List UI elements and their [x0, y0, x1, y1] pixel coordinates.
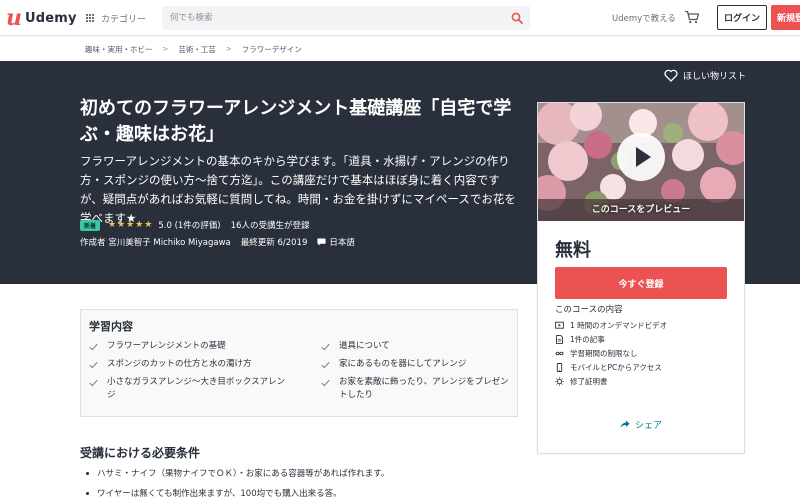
search-input[interactable]	[162, 6, 530, 30]
enroll-now-button[interactable]: 今すぐ登録	[555, 267, 727, 299]
video-icon	[555, 321, 564, 329]
list-item: お家を素敵に飾ったり、アレンジをプレゼントしたり	[321, 376, 516, 402]
list-item: ワイヤーは無くても制作出来ますが、100均でも購入出来る答。	[86, 487, 342, 499]
list-item: ハサミ・ナイフ（果物ナイフでＯＫ）・お家にある容器等があれば作れます。	[86, 467, 389, 479]
list-item: 道具について	[321, 340, 516, 353]
list-item: 1件の記事	[555, 332, 667, 346]
preview-label: このコースをプレビュー	[591, 205, 691, 215]
include-text: 修了証明書	[570, 376, 608, 386]
top-navbar: u Udemy カテゴリー Udemyで教える ログイン 新規登	[0, 0, 800, 36]
new-badge: 新着	[80, 219, 101, 231]
check-icon	[321, 343, 330, 351]
list-item: 学習期間の制限なし	[555, 346, 667, 360]
certificate-icon	[555, 376, 564, 386]
course-preview-video[interactable]: このコースをプレビュー	[538, 103, 744, 221]
last-updated: 最終更新 6/2019	[240, 238, 308, 248]
check-icon	[89, 343, 98, 351]
include-text: モバイルとPCからアクセス	[570, 362, 662, 372]
learn-text: フラワーアレンジメントの基礎	[107, 341, 226, 351]
speech-bubble-icon	[317, 238, 326, 246]
search-bar	[162, 6, 530, 30]
list-item: 修了証明書	[555, 374, 667, 388]
breadcrumb-item[interactable]: フラワーデザイン	[242, 44, 302, 55]
rating-value[interactable]: 5.0 (1件の評価)	[158, 219, 220, 231]
include-text: 1 時間のオンデマンドビデオ	[570, 320, 668, 330]
share-icon	[620, 420, 630, 428]
article-icon	[556, 334, 563, 344]
course-subtitle: フラワーアレンジメントの基本のキから学びます。「道具・水揚げ・アレンジの作り方・…	[80, 154, 516, 225]
check-icon	[321, 361, 330, 369]
cart-icon[interactable]	[684, 10, 700, 24]
heart-icon	[664, 69, 678, 82]
chevron-right-icon: >	[162, 45, 169, 53]
mobile-icon	[556, 362, 563, 372]
wishlist-label: ほしい物リスト	[683, 72, 747, 82]
learn-title: 学習内容	[89, 320, 133, 333]
list-item: 家にあるものを器にしてアレンジ	[321, 358, 516, 371]
wishlist-button[interactable]: ほしい物リスト	[664, 69, 746, 82]
udemy-logo[interactable]: u Udemy	[6, 6, 77, 30]
rating-row: 新着 ★★★★★ 5.0 (1件の評価) 16人の受講生が登録	[80, 219, 309, 231]
list-item: スポンジのカットの仕方と水の濁け方	[89, 358, 289, 371]
include-text: 1件の記事	[570, 334, 605, 344]
share-label: シェア	[635, 421, 663, 431]
login-button[interactable]: ログイン	[717, 5, 767, 30]
learn-text: 家にあるものを器にしてアレンジ	[339, 359, 467, 369]
infinity-icon	[555, 351, 564, 355]
signup-button[interactable]: 新規登	[771, 5, 800, 30]
check-icon	[321, 379, 330, 387]
list-item: 1 時間のオンデマンドビデオ	[555, 318, 667, 332]
course-meta: 作成者 宮川美智子 Michiko Miyagawa 最終更新 6/2019 日…	[80, 236, 355, 248]
udemy-logo-icon: u	[6, 5, 22, 31]
course-sidebar-card: このコースをプレビュー 無料 今すぐ登録 このコースの内容 1 時間のオンデマン…	[537, 102, 745, 454]
check-icon	[89, 379, 98, 387]
bullet-icon	[86, 471, 89, 475]
learn-text: お家を素敵に飾ったり、アレンジをプレゼントしたり	[339, 377, 509, 400]
breadcrumb-item[interactable]: 芸術・工芸	[178, 44, 216, 55]
list-item: フラワーアレンジメントの基礎	[89, 340, 289, 353]
what-you-will-learn: 学習内容 フラワーアレンジメントの基礎 道具について スポンジのカットの仕方と水…	[80, 309, 518, 417]
author[interactable]: 作成者 宮川美智子 Michiko Miyagawa	[80, 236, 231, 248]
grid-icon	[86, 13, 95, 23]
chevron-right-icon: >	[225, 45, 232, 53]
breadcrumb-item[interactable]: 趣味・実用・ホビー	[85, 44, 153, 55]
learn-text: スポンジのカットの仕方と水の濁け方	[107, 359, 252, 369]
star-rating-icon: ★★★★★	[108, 220, 154, 230]
teach-on-udemy-link[interactable]: Udemyで教える	[612, 12, 676, 24]
include-text: 学習期間の制限なし	[570, 348, 638, 358]
includes-title: このコースの内容	[555, 305, 623, 315]
list-item: 小さなガラスアレンジ〜大き目ボックスアレンジ	[89, 376, 289, 402]
language: 日本語	[329, 238, 355, 248]
course-title: 初めてのフラワーアレンジメント基礎講座「自宅で学ぶ・趣味はお花」	[80, 98, 512, 145]
learn-text: 小さなガラスアレンジ〜大き目ボックスアレンジ	[107, 377, 286, 400]
requirement-text: ワイヤーは無くても制作出来ますが、100均でも購入出来る答。	[97, 489, 342, 499]
requirements-title: 受講における必要条件	[80, 446, 201, 460]
categories-label: カテゴリー	[101, 14, 147, 25]
logo-text: Udemy	[25, 10, 77, 26]
check-icon	[89, 361, 98, 369]
bullet-icon	[86, 491, 89, 495]
includes-list: 1 時間のオンデマンドビデオ 1件の記事 学習期間の制限なし モバイルとPCから…	[555, 318, 667, 388]
play-icon[interactable]	[617, 133, 665, 181]
student-count: 16人の受講生が登録	[230, 221, 310, 231]
learn-text: 道具について	[339, 341, 390, 351]
categories-menu[interactable]: カテゴリー	[86, 9, 146, 27]
search-icon[interactable]	[511, 12, 523, 24]
share-button[interactable]: シェア	[620, 418, 662, 431]
requirement-text: ハサミ・ナイフ（果物ナイフでＯＫ）・お家にある容器等があれば作れます。	[97, 469, 390, 479]
course-price: 無料	[555, 240, 591, 261]
breadcrumb: 趣味・実用・ホビー > 芸術・工芸 > フラワーデザイン	[0, 37, 800, 61]
list-item: モバイルとPCからアクセス	[555, 360, 667, 374]
